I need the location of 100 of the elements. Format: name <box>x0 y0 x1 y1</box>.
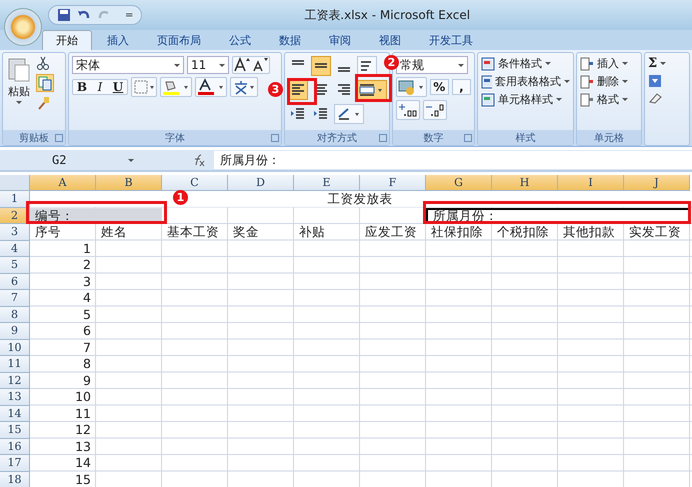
row-header[interactable]: 17 <box>0 455 30 472</box>
caret-icon <box>622 80 628 83</box>
style-gallery-icon[interactable] <box>481 74 492 88</box>
table-cell-text: 应发工资 <box>364 224 418 240</box>
highlight-frame <box>355 74 392 102</box>
caret-icon <box>564 80 570 83</box>
column-header[interactable]: B <box>96 175 162 191</box>
fill-down-icon[interactable] <box>648 74 662 88</box>
ribbon-tab[interactable]: 开发工具 <box>416 31 486 50</box>
row-header[interactable]: 11 <box>0 356 30 372</box>
ribbon-tab[interactable]: 公式 <box>216 31 264 50</box>
caret-icon <box>660 62 666 65</box>
styles-menu-button[interactable]: 套用表格格式 <box>495 74 561 89</box>
cells-menu-button[interactable]: 插入 <box>597 56 619 71</box>
column-header[interactable]: I <box>558 175 624 191</box>
border-icon[interactable] <box>131 77 157 97</box>
row-header[interactable]: 1 <box>0 191 30 208</box>
row-header[interactable]: 10 <box>0 340 30 356</box>
font-name-dropdown[interactable]: 宋体 <box>72 56 184 74</box>
grow-font-icon[interactable] <box>233 57 251 73</box>
align-middle-icon[interactable] <box>311 56 331 76</box>
row-header[interactable]: 3 <box>0 224 30 240</box>
increase-decimal-icon[interactable] <box>396 100 420 120</box>
style-gallery-icon[interactable] <box>481 56 495 70</box>
fill-color-icon[interactable] <box>160 77 192 97</box>
phonetic-icon[interactable] <box>230 77 258 97</box>
table-cell-text: 实发工资 <box>628 224 682 240</box>
column-header[interactable]: J <box>624 175 690 191</box>
styles-menu-button[interactable]: 单元格样式 <box>498 92 553 107</box>
column-header[interactable]: G <box>426 175 492 191</box>
shrink-font-icon[interactable] <box>251 57 269 73</box>
font-color-icon[interactable] <box>195 77 227 97</box>
cells-icon[interactable] <box>580 74 594 88</box>
cells-icon[interactable] <box>580 56 594 70</box>
ribbon-tab[interactable]: 审阅 <box>316 31 364 50</box>
row-header[interactable]: 15 <box>0 422 30 438</box>
name-box[interactable]: G2 <box>52 153 66 167</box>
style-gallery-icon[interactable] <box>481 92 495 106</box>
table-cell-text: 5 <box>82 306 92 323</box>
customize-toolbar-button[interactable]: = <box>125 10 134 20</box>
row-header[interactable]: 14 <box>0 406 30 422</box>
styles-menu-button[interactable]: 条件格式 <box>498 56 542 71</box>
table-cell-text: 3 <box>82 274 92 290</box>
italic-button[interactable]: I <box>91 80 109 94</box>
table-cell-text: 1 <box>82 240 92 257</box>
cells-icon[interactable] <box>580 92 594 106</box>
merge-cells-icon[interactable] <box>357 80 387 100</box>
row-header[interactable]: 18 <box>0 472 30 487</box>
copy-icon[interactable] <box>36 74 54 92</box>
row-header[interactable]: 6 <box>0 274 30 290</box>
table-cell-text: 9 <box>82 372 92 389</box>
row-header[interactable]: 16 <box>0 438 30 455</box>
table-cell-text: 12 <box>74 422 92 438</box>
formula-input[interactable]: 所属月份： <box>214 151 692 169</box>
save-icon[interactable] <box>57 8 71 22</box>
currency-icon[interactable] <box>396 77 427 97</box>
ribbon-tab[interactable]: 视图 <box>366 31 414 50</box>
comma-button[interactable]: , <box>452 79 472 95</box>
column-header[interactable]: H <box>492 175 558 191</box>
column-header[interactable]: E <box>294 175 360 191</box>
eraser-icon[interactable] <box>648 91 662 105</box>
row-header[interactable]: 4 <box>0 240 30 257</box>
row-header[interactable]: 7 <box>0 290 30 306</box>
column-header[interactable]: F <box>360 175 426 191</box>
row-header[interactable]: 8 <box>0 306 30 323</box>
number-format-dropdown[interactable]: 常规 <box>396 56 468 74</box>
row-header[interactable]: 13 <box>0 389 30 406</box>
column-header[interactable]: D <box>228 175 294 191</box>
autosum-button[interactable]: Σ <box>648 56 658 71</box>
row-header[interactable]: 5 <box>0 257 30 274</box>
column-header[interactable]: A <box>30 175 96 191</box>
brush-icon[interactable] <box>36 96 50 110</box>
percent-button[interactable]: % <box>430 79 449 95</box>
group-label: 单元格 <box>594 132 624 144</box>
bold-button[interactable]: B <box>73 80 91 94</box>
row-header[interactable]: 9 <box>0 323 30 340</box>
group-label: 数字 <box>424 132 444 144</box>
ribbon-tab[interactable]: 页面布局 <box>144 31 214 50</box>
wrap-text-icon[interactable] <box>357 56 377 76</box>
row-header[interactable]: 12 <box>0 372 30 389</box>
table-cell-text: 10 <box>74 389 92 406</box>
text-orientation-icon[interactable] <box>334 104 364 124</box>
font-size-dropdown[interactable]: 11 <box>187 56 229 74</box>
paste-button[interactable]: 粘贴 <box>6 56 32 127</box>
cells-menu-button[interactable]: 删除 <box>597 74 619 89</box>
ribbon-tab[interactable]: 插入 <box>94 31 142 50</box>
ribbon-tab[interactable]: 开始 <box>42 30 92 50</box>
table-cell-text: 15 <box>74 472 92 487</box>
table-cell-text: 7 <box>82 340 92 356</box>
window-title: 工资表.xlsx - Microsoft Excel <box>304 6 470 24</box>
scissors-icon[interactable] <box>36 56 50 70</box>
decrease-decimal-icon[interactable] <box>423 100 447 120</box>
table-cell-text: 序号 <box>34 224 62 240</box>
column-header[interactable]: C <box>162 175 228 191</box>
ribbon-tab[interactable]: 数据 <box>266 31 314 50</box>
underline-button[interactable]: U <box>109 80 127 94</box>
table-cell-text: 基本工资 <box>166 224 220 240</box>
table-cell-text: 4 <box>82 290 92 306</box>
cells-menu-button[interactable]: 格式 <box>597 92 619 107</box>
caret-icon <box>16 101 22 104</box>
